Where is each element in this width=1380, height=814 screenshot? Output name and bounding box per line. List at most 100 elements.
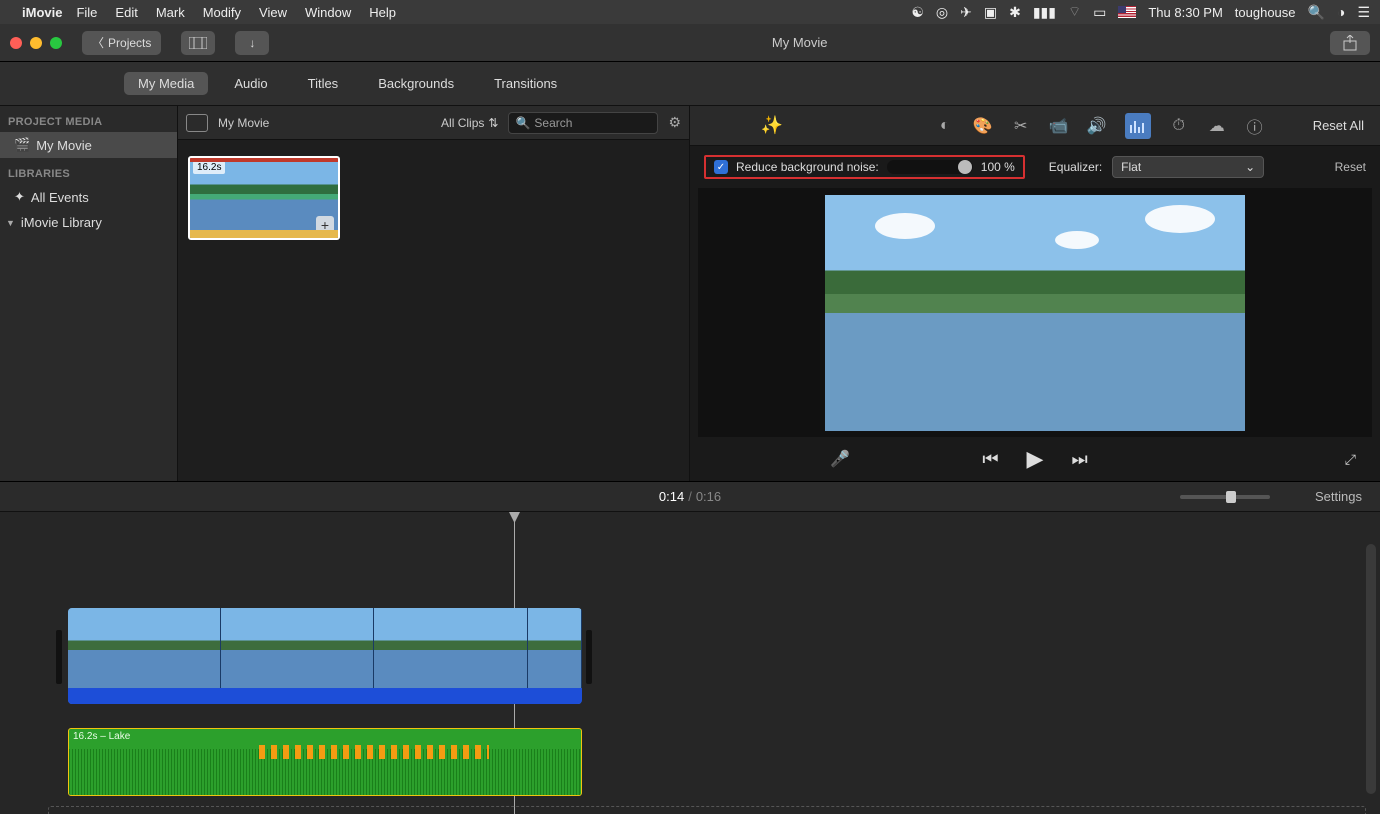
menu-edit[interactable]: Edit: [115, 5, 137, 20]
download-arrow-icon: ↓: [249, 36, 255, 50]
color-correction-icon[interactable]: 🎨: [973, 116, 993, 136]
info-icon[interactable]: ⓘ: [1245, 116, 1265, 136]
menu-view[interactable]: View: [259, 5, 287, 20]
sidebar: PROJECT MEDIA 🎬 My Movie LIBRARIES ✦ All…: [0, 106, 178, 481]
tab-titles[interactable]: Titles: [294, 72, 353, 95]
reset-all-button[interactable]: Reset All: [1313, 118, 1364, 133]
projects-back-button[interactable]: 〈 Projects: [82, 31, 161, 55]
time-separator: /: [688, 489, 692, 504]
filter-dropdown[interactable]: All Clips ⇅: [441, 116, 498, 130]
menu-modify[interactable]: Modify: [203, 5, 241, 20]
star-icon: ✦: [14, 189, 25, 205]
notification-center-icon[interactable]: ☰: [1357, 4, 1370, 21]
clip-browser-header: My Movie All Clips ⇅ 🔍 Search ⚙: [178, 106, 689, 140]
share-button[interactable]: [1330, 31, 1370, 55]
stabilize-icon[interactable]: 📹: [1049, 116, 1069, 136]
bluetooth-icon[interactable]: ✱: [1009, 4, 1021, 21]
equalizer-bars-icon: [1130, 119, 1146, 133]
filmstrip-icon: [189, 37, 207, 49]
gear-icon[interactable]: ⚙: [668, 114, 681, 131]
crop-icon[interactable]: ✂: [1011, 116, 1031, 136]
import-button[interactable]: ↓: [235, 31, 269, 55]
tab-backgrounds[interactable]: Backgrounds: [364, 72, 468, 95]
slider-knob[interactable]: [958, 160, 972, 174]
input-flag-icon[interactable]: [1118, 6, 1136, 18]
wechat-icon[interactable]: ☯: [911, 4, 924, 21]
location-icon[interactable]: ✈: [960, 4, 972, 21]
clock[interactable]: Thu 8:30 PM: [1148, 5, 1222, 20]
library-view-button[interactable]: [181, 31, 215, 55]
tab-transitions[interactable]: Transitions: [480, 72, 571, 95]
timeline[interactable]: 16.2s – Lake ♫: [0, 512, 1380, 814]
noise-value: 100 %: [981, 160, 1015, 174]
play-button[interactable]: ▶: [1027, 446, 1044, 472]
clip-trim-handle-left[interactable]: [56, 630, 62, 684]
battery-icon[interactable]: ▭: [1093, 4, 1106, 21]
sidebar-item-project[interactable]: 🎬 My Movie: [0, 132, 177, 158]
equalizer-select[interactable]: Flat ⌄: [1112, 156, 1264, 178]
preview-image[interactable]: [825, 195, 1245, 431]
noise-label: Reduce background noise:: [736, 160, 879, 174]
equalizer-value: Flat: [1121, 160, 1141, 174]
clip-thumbnail[interactable]: 16.2s +: [188, 156, 340, 240]
auto-enhance-icon[interactable]: ✨: [762, 116, 782, 136]
timeline-scrollbar[interactable]: [1366, 544, 1376, 794]
clip-browser: My Movie All Clips ⇅ 🔍 Search ⚙ 16.2s +: [178, 106, 690, 481]
timeline-settings-button[interactable]: Settings: [1315, 489, 1362, 504]
preview-viewer: [698, 188, 1372, 437]
menu-window[interactable]: Window: [305, 5, 351, 20]
sidebar-library-label: iMovie Library: [21, 215, 102, 230]
window-close-button[interactable]: [10, 37, 22, 49]
reset-button[interactable]: Reset: [1335, 160, 1366, 174]
next-frame-button[interactable]: ⏭: [1071, 449, 1087, 470]
noise-checkbox[interactable]: ✓: [714, 160, 728, 174]
tab-my-media[interactable]: My Media: [124, 72, 208, 95]
noise-slider[interactable]: [887, 160, 973, 174]
clip-trim-handle-right[interactable]: [586, 630, 592, 684]
total-time: 0:16: [696, 489, 721, 504]
window-titlebar: 〈 Projects ↓ My Movie: [0, 24, 1380, 62]
inspector-panel: ✨ ◐ 🎨 ✂ 📹 🔊 ⏱ ☁ ⓘ Reset All ✓ Reduce bac…: [690, 106, 1380, 481]
volume-icon[interactable]: 🔊: [1087, 116, 1107, 136]
sidebar-all-events-label: All Events: [31, 190, 89, 205]
noise-reduction-control: ✓ Reduce background noise: 100 %: [704, 155, 1025, 179]
clip-grid: 16.2s +: [178, 140, 689, 481]
audio-clip[interactable]: 16.2s – Lake: [68, 728, 582, 796]
background-music-well[interactable]: ♫: [48, 806, 1366, 814]
siri-icon[interactable]: ◎: [936, 4, 948, 21]
video-clip[interactable]: [68, 608, 582, 704]
workspace: PROJECT MEDIA 🎬 My Movie LIBRARIES ✦ All…: [0, 106, 1380, 482]
menu-mark[interactable]: Mark: [156, 5, 185, 20]
color-balance-icon[interactable]: ◐: [935, 116, 955, 136]
user-name[interactable]: toughouse: [1235, 5, 1296, 20]
disclosure-triangle-icon[interactable]: ▼: [6, 218, 15, 228]
tab-audio[interactable]: Audio: [220, 72, 281, 95]
battery-full-icon[interactable]: ▮▮▮: [1033, 4, 1056, 21]
fullscreen-button[interactable]: ⤢: [1345, 451, 1356, 468]
sidebar-item-library[interactable]: ▼ iMovie Library: [0, 210, 177, 235]
view-toggle-button[interactable]: [186, 114, 208, 132]
wifi-icon[interactable]: ⌔: [1068, 3, 1081, 21]
window-minimize-button[interactable]: [30, 37, 42, 49]
equalizer-label: Equalizer:: [1049, 160, 1102, 174]
search-input[interactable]: 🔍 Search: [508, 112, 658, 134]
playback-controls: 🎤 ⏮ ▶ ⏭ ⤢: [690, 437, 1380, 481]
filter-icon[interactable]: ☁: [1207, 116, 1227, 136]
inspector-toolbar: ✨ ◐ 🎨 ✂ 📹 🔊 ⏱ ☁ ⓘ Reset All: [690, 106, 1380, 146]
zoom-slider[interactable]: [1180, 495, 1270, 499]
voiceover-mic-icon[interactable]: 🎤: [830, 449, 850, 469]
menu-file[interactable]: File: [76, 5, 97, 20]
display-icon[interactable]: ▣: [984, 4, 997, 21]
menu-help[interactable]: Help: [369, 5, 396, 20]
project-media-header: PROJECT MEDIA: [0, 106, 177, 132]
prev-frame-button[interactable]: ⏮: [982, 449, 998, 470]
sidebar-item-all-events[interactable]: ✦ All Events: [0, 184, 177, 210]
window-zoom-button[interactable]: [50, 37, 62, 49]
noise-reduction-icon[interactable]: [1125, 113, 1151, 139]
app-name[interactable]: iMovie: [22, 5, 62, 20]
control-icon[interactable]: ◑: [1337, 4, 1345, 20]
speed-icon[interactable]: ⏱: [1169, 116, 1189, 136]
chevron-down-icon: ⌄: [1245, 160, 1255, 174]
spotlight-icon[interactable]: 🔍: [1308, 4, 1325, 21]
add-clip-button[interactable]: +: [316, 216, 334, 234]
